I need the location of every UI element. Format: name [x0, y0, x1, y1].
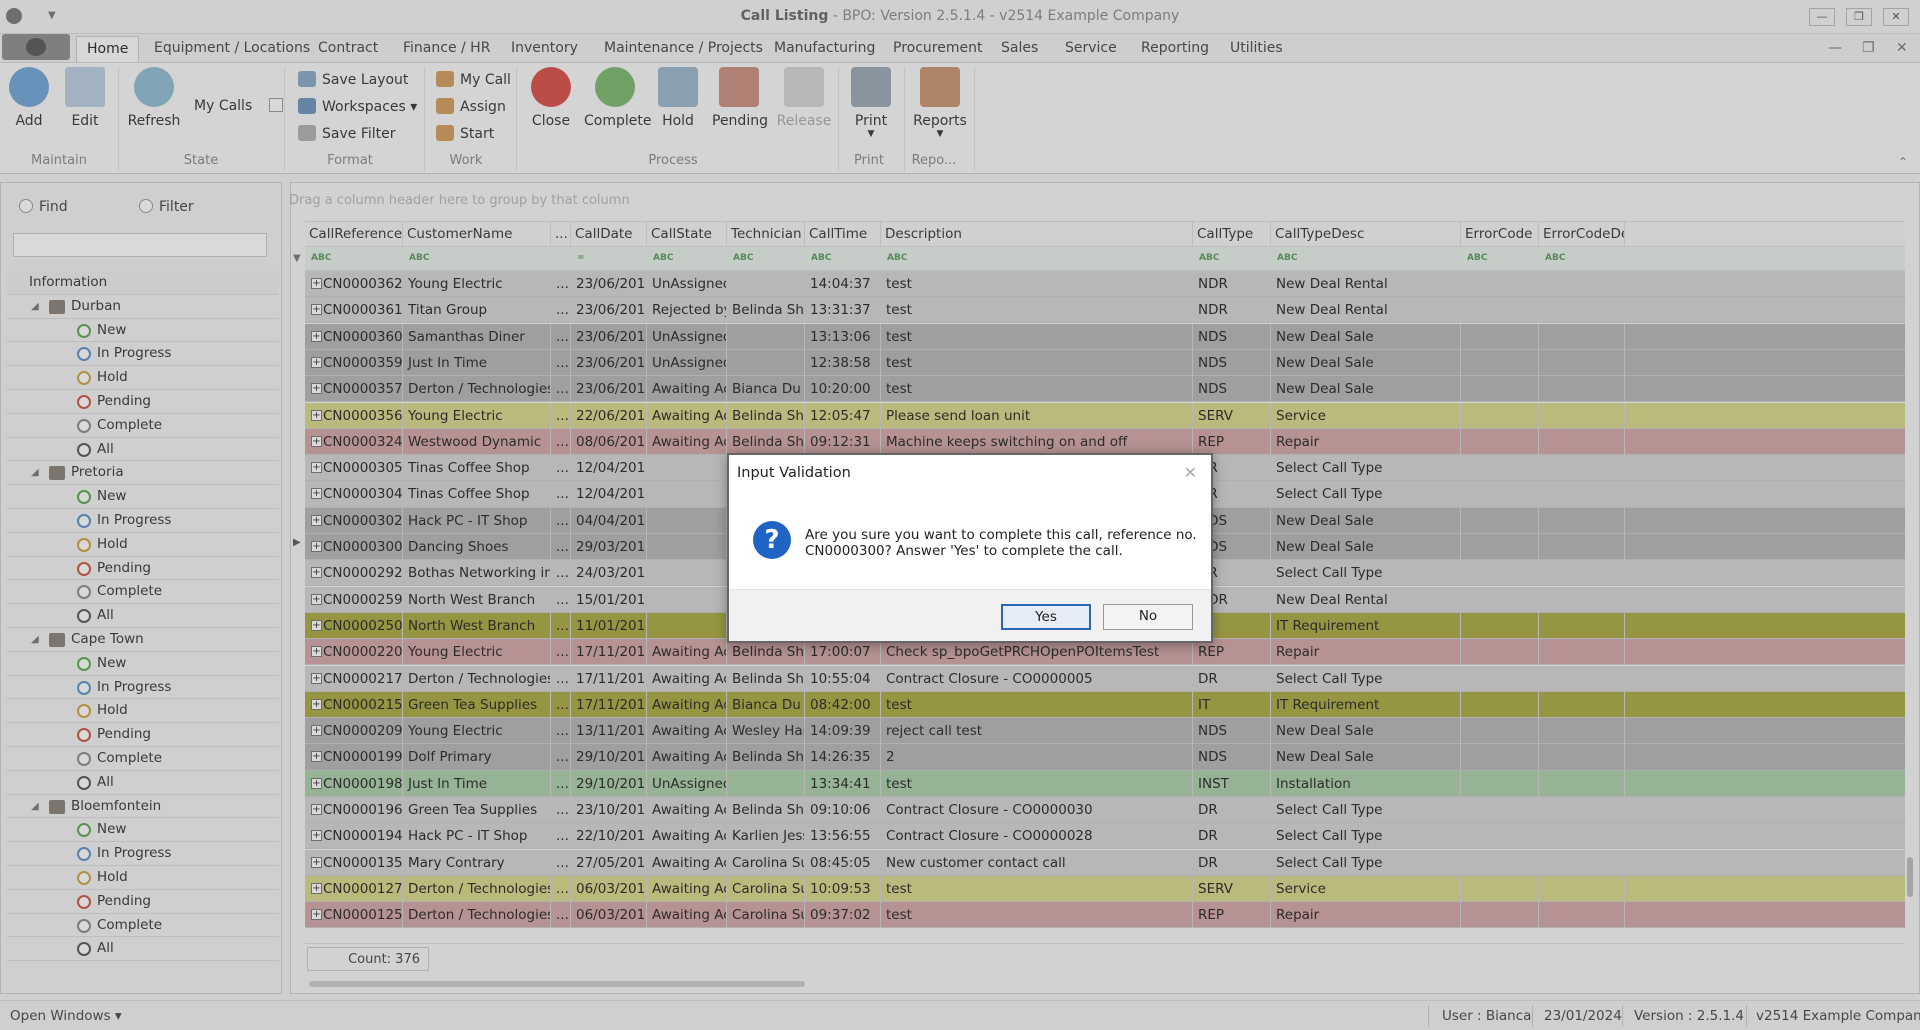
no-button[interactable]: No	[1103, 604, 1193, 630]
dialog-message: Are you sure you want to complete this c…	[805, 527, 1197, 559]
question-icon: ?	[753, 521, 791, 559]
dialog-close-icon[interactable]: ✕	[1184, 463, 1197, 482]
app-window: ▼ Call Listing - BPO: Version 2.5.1.4 - …	[0, 0, 1920, 1030]
yes-button[interactable]: Yes	[1001, 604, 1091, 630]
dialog-title: Input Validation	[737, 465, 851, 481]
input-validation-dialog: Input Validation ✕ ? Are you sure you wa…	[727, 453, 1213, 643]
dialog-footer: Yes No	[729, 589, 1211, 641]
